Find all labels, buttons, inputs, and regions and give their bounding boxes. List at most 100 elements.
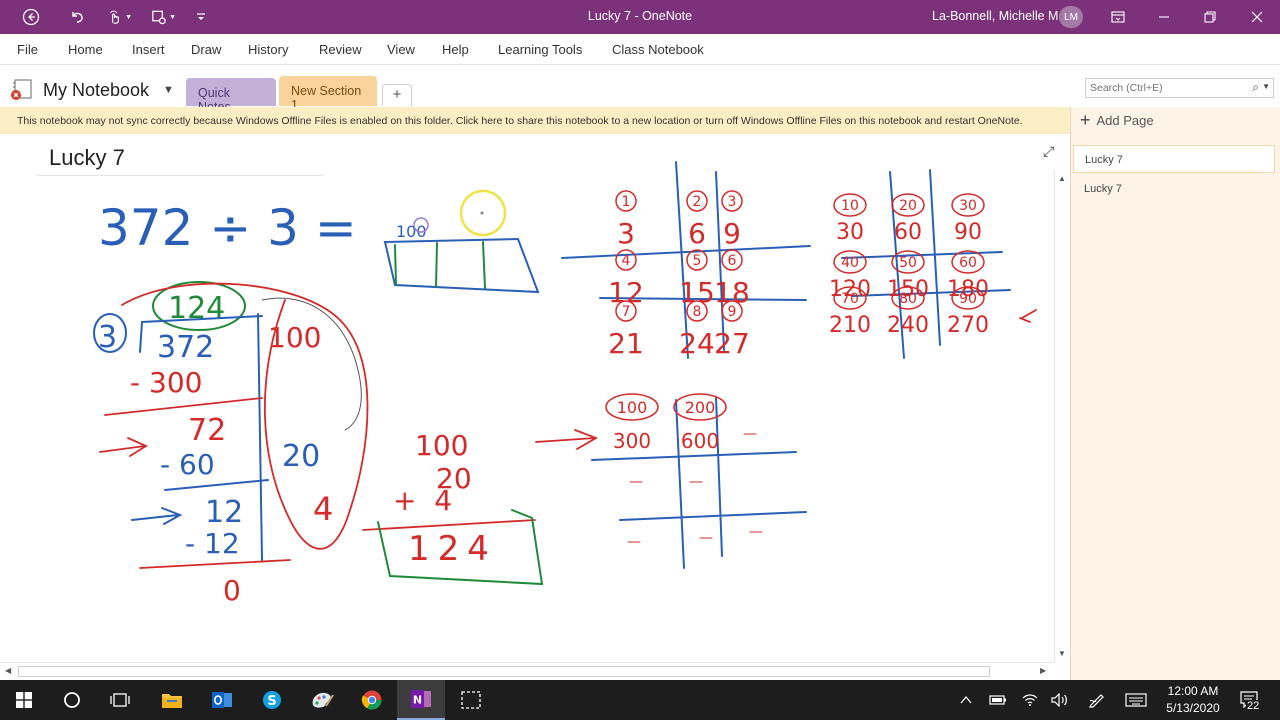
search-icon[interactable]: ⌕: [1252, 80, 1259, 95]
lasso-select-icon: [152, 10, 166, 25]
ribbon-display-icon: [1111, 11, 1125, 23]
task-view-button[interactable]: [96, 680, 144, 720]
action-center-button[interactable]: 22: [1236, 680, 1264, 720]
section-tab-new-section-1[interactable]: New Section 1: [279, 76, 377, 112]
factor-label: 60: [959, 255, 977, 271]
volume-button[interactable]: [1046, 680, 1074, 720]
product-value: 270: [947, 313, 989, 338]
horizontal-scrollbar[interactable]: ◀ ▶: [0, 662, 1054, 680]
search-taskbar-button[interactable]: [48, 680, 96, 720]
avatar[interactable]: LM: [1059, 6, 1083, 28]
keyboard-icon: [1125, 693, 1147, 707]
pen-workspace-button[interactable]: [1083, 680, 1111, 720]
restore-button[interactable]: [1187, 0, 1233, 34]
tab-learning-tools[interactable]: Learning Tools: [498, 42, 582, 57]
ink-drawing[interactable]: .hb { font-family: "DejaVu Sans", sans-s…: [0, 134, 1054, 662]
skype-button[interactable]: S: [248, 680, 296, 720]
shapes-button[interactable]: ▼: [150, 4, 176, 30]
partial-quotient-divider: [257, 313, 263, 561]
sync-warning-bar[interactable]: This notebook may not sync correctly bec…: [0, 107, 1070, 134]
tab-file[interactable]: File: [17, 42, 38, 57]
empty-cell-dash: —: [749, 524, 763, 540]
show-hidden-icons-button[interactable]: [952, 680, 980, 720]
title-bar: ▼ ▼ Lucky 7 - OneNote La-Bonnell, Michel…: [0, 0, 1280, 34]
outlook-button[interactable]: [198, 680, 246, 720]
factor-label: 50: [899, 255, 917, 271]
tab-view[interactable]: View: [387, 42, 415, 57]
tab-help[interactable]: Help: [442, 42, 469, 57]
chevron-down-icon: ▼: [125, 13, 132, 21]
product-value: 3: [617, 217, 635, 250]
customize-chevron-icon: [197, 13, 205, 20]
close-icon: [1251, 11, 1263, 23]
cursor-dot: [480, 211, 484, 215]
customize-toolbar-button[interactable]: [188, 4, 214, 30]
file-explorer-button[interactable]: [148, 680, 196, 720]
tab-draw[interactable]: Draw: [191, 42, 221, 57]
arrow: [1019, 309, 1037, 323]
back-button[interactable]: [18, 4, 44, 30]
factor-label: 20: [899, 198, 917, 214]
search-input[interactable]: [1086, 79, 1246, 97]
paint-app-button[interactable]: [298, 680, 346, 720]
chrome-button[interactable]: [348, 680, 396, 720]
skype-icon: S: [263, 691, 281, 709]
ribbon-display-button[interactable]: [1095, 0, 1141, 34]
chevron-down-icon[interactable]: ▼: [163, 84, 174, 96]
arrow: [535, 429, 599, 450]
wifi-button[interactable]: [1016, 680, 1044, 720]
start-button[interactable]: [0, 680, 48, 720]
task-view-icon: [110, 693, 130, 707]
scroll-left-icon[interactable]: ◀: [5, 666, 11, 675]
scroll-right-icon[interactable]: ▶: [1040, 666, 1046, 675]
tab-review[interactable]: Review: [319, 42, 362, 57]
scroll-down-icon[interactable]: ▼: [1058, 649, 1066, 658]
factor-label: 4: [622, 253, 631, 269]
snipping-tool-button[interactable]: [447, 680, 495, 720]
ink-partial-3: 4: [313, 490, 333, 528]
vertical-scrollbar[interactable]: ▲ ▼: [1054, 170, 1070, 662]
page-canvas[interactable]: Lucky 7 ⤢ .hb { font-family: "DejaVu San…: [0, 134, 1054, 662]
page-list-item[interactable]: Lucky 7: [1073, 175, 1275, 203]
user-name[interactable]: La-Bonnell, Michelle M: [932, 9, 1058, 23]
tab-history[interactable]: History: [248, 42, 288, 57]
ink-step-4: 12: [205, 495, 243, 530]
factor-label: 80: [899, 291, 917, 307]
close-button[interactable]: [1234, 0, 1280, 34]
product-value: 21: [608, 327, 644, 360]
undo-button[interactable]: [64, 4, 90, 30]
product-value: 9: [723, 217, 741, 250]
cortana-circle-icon: [64, 692, 80, 708]
factor-label: 2: [693, 194, 702, 210]
tab-home[interactable]: Home: [68, 42, 103, 57]
ink-step-3: - 60: [160, 448, 215, 481]
notebook-name[interactable]: My Notebook: [43, 80, 149, 101]
arrow: [99, 437, 148, 457]
section-tab-quick-notes[interactable]: Quick Notes: [186, 78, 276, 114]
scroll-up-icon[interactable]: ▲: [1058, 174, 1066, 183]
system-clock[interactable]: 12:00 AM 5/13/2020: [1158, 683, 1228, 717]
chevron-up-icon: [960, 695, 972, 704]
undo-icon: [72, 12, 83, 23]
multiples-of-300-table: 100 300 200 600 — — — — — —: [591, 393, 807, 569]
factor-label: 70: [841, 291, 859, 307]
chevron-down-icon: ▼: [169, 13, 176, 21]
add-section-button[interactable]: +: [382, 84, 412, 106]
outlook-icon: [212, 692, 232, 708]
add-page-button[interactable]: + Add Page: [1080, 111, 1154, 129]
onenote-button[interactable]: N: [397, 680, 445, 720]
minimize-button[interactable]: [1141, 0, 1187, 34]
scroll-thumb[interactable]: [18, 666, 990, 677]
tab-class-notebook[interactable]: Class Notebook: [612, 42, 704, 57]
add-page-label: Add Page: [1096, 112, 1154, 128]
battery-button[interactable]: [984, 680, 1012, 720]
factor-label: 6: [728, 253, 737, 269]
arrow: [131, 507, 183, 525]
touch-mode-button[interactable]: ▼: [106, 4, 132, 30]
search-box[interactable]: ⌕ ▼: [1085, 78, 1274, 98]
touch-keyboard-button[interactable]: [1122, 680, 1150, 720]
chevron-down-icon[interactable]: ▼: [1262, 82, 1270, 91]
tab-insert[interactable]: Insert: [132, 42, 165, 57]
page-list-item[interactable]: Lucky 7: [1073, 145, 1275, 173]
ink-sum-1: 100: [415, 429, 468, 462]
